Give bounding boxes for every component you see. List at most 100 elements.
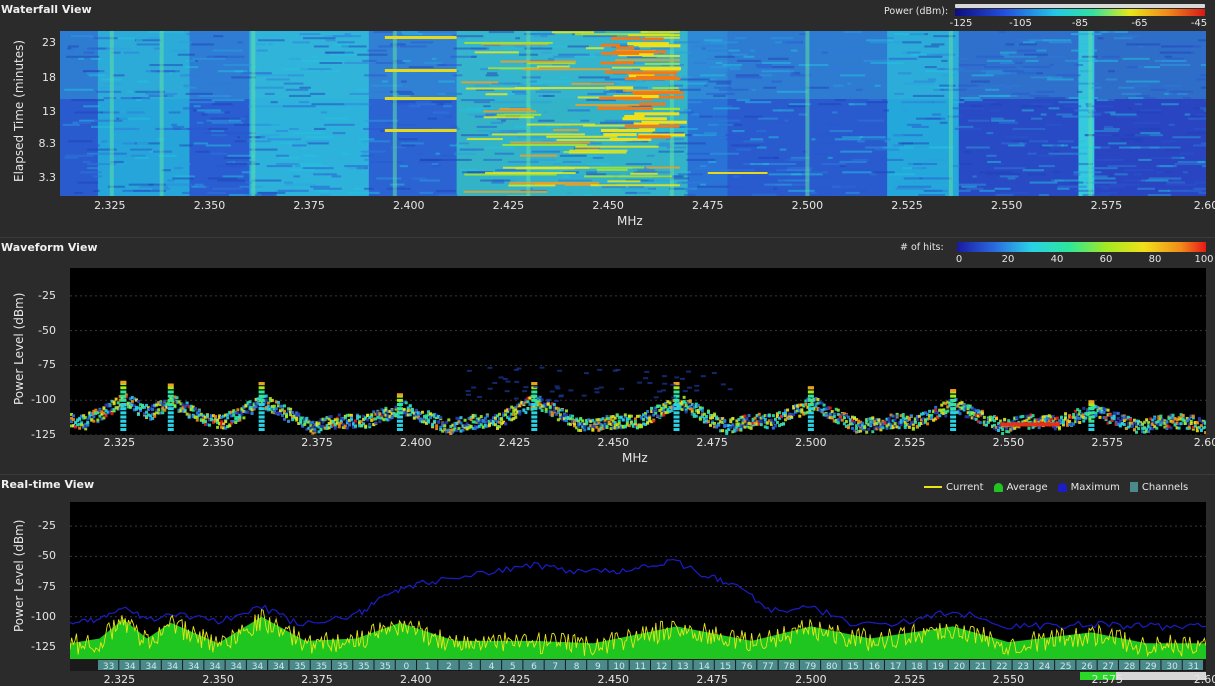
waterfall-hot-streak (600, 62, 634, 65)
waveform-peak-cell (674, 416, 680, 419)
waterfall-cell (1050, 64, 1054, 66)
waterfall-hot-streak (607, 180, 640, 182)
waterfall-cell (816, 33, 833, 35)
waterfall-cell (1074, 171, 1102, 173)
waveform-cell (255, 405, 258, 408)
waterfall-cell (1138, 45, 1145, 47)
waterfall-cell (1028, 173, 1046, 175)
waveform-peak-cell (950, 407, 956, 410)
waveform-faint-cell (505, 381, 510, 383)
waterfall-cell (839, 155, 859, 157)
waterfall-cell (999, 122, 1018, 124)
waterfall-cell (964, 99, 982, 101)
waveform-peak-cell (168, 399, 174, 402)
channel-label: 0 (404, 662, 410, 671)
waveform-cell (750, 426, 753, 429)
legend-average-label: Average (1007, 482, 1048, 493)
waterfall-cell (333, 132, 346, 134)
waterfall-cell (310, 93, 325, 95)
waterfall-cell (1047, 76, 1052, 78)
waterfall-cell (344, 165, 368, 167)
waveform-faint-cell (582, 395, 587, 397)
waterfall-peak-line (251, 31, 255, 196)
waterfall-hot-streak (584, 175, 672, 177)
waveform-cell (624, 413, 627, 416)
waterfall-cell (942, 74, 955, 76)
waterfall-cell (279, 157, 299, 159)
waveform-peak-cell (120, 390, 126, 393)
waterfall-cell (545, 126, 562, 128)
waterfall-cell (319, 62, 342, 64)
waveform-cell (648, 416, 651, 419)
realtime-plot (70, 502, 1206, 659)
waterfall-cell (925, 66, 937, 68)
waveform-faint-cell (662, 383, 667, 385)
waterfall-cell (811, 177, 839, 179)
channel-label: 26 (1081, 662, 1093, 671)
waterfall-cell (818, 103, 841, 105)
waveform-peak-marker (950, 389, 956, 392)
waterfall-cell (827, 124, 839, 126)
waveform-faint-cell (728, 388, 733, 390)
waterfall-cell (211, 130, 224, 132)
waveform-cell (334, 427, 337, 430)
waveform-ylabel: Power Level (dBm) (12, 293, 26, 406)
waveform-peak-cell (950, 403, 956, 406)
waveform-peak-cell (168, 411, 174, 414)
waterfall-cell (778, 109, 782, 111)
waterfall-cell (70, 48, 80, 50)
waterfall-cell (265, 93, 275, 95)
waterfall-cell (483, 159, 502, 161)
y-tick-label: 23 (16, 36, 56, 49)
waterfall-cell (113, 74, 125, 76)
waterfall-cell (894, 33, 924, 35)
colorbar-tick: 60 (1100, 254, 1113, 265)
channel-label: 19 (932, 662, 944, 671)
waveform-cell (336, 418, 339, 421)
waterfall-cell (1099, 31, 1117, 33)
waveform-cell (265, 399, 268, 402)
waterfall-cell (1000, 192, 1028, 194)
waveform-peak-cell (950, 420, 956, 423)
waveform-cell (1192, 415, 1195, 418)
waterfall-cell (924, 45, 939, 47)
waveform-cell (411, 408, 414, 411)
waterfall-cell (1149, 177, 1182, 179)
waterfall-cell (305, 140, 330, 142)
waterfall-cell (987, 60, 1012, 62)
waterfall-cell (308, 142, 329, 144)
waterfall-cell (191, 43, 214, 45)
waterfall-cell (681, 182, 703, 184)
waterfall-cell (563, 153, 569, 155)
waterfall-cell (252, 180, 282, 182)
waveform-peak-cell (397, 411, 403, 414)
x-tick-label: 2.375 (301, 436, 333, 449)
waterfall-cell (543, 95, 555, 97)
waterfall-cell (289, 95, 311, 97)
waveform-peak-cell (808, 395, 814, 398)
waterfall-cell (314, 45, 329, 47)
channel-label: 35 (337, 662, 348, 671)
waterfall-cell (980, 74, 990, 76)
waveform-cell (571, 415, 574, 418)
waterfall-cell (237, 136, 265, 138)
waterfall-cell (337, 41, 354, 43)
waterfall-cell (1121, 93, 1141, 95)
legend-current-swatch (924, 486, 942, 488)
waveform-faint-cell (599, 387, 604, 389)
waterfall-cell (769, 136, 779, 138)
waterfall-cell (493, 180, 504, 182)
waterfall-cell (578, 76, 609, 78)
waterfall-cell (994, 188, 1010, 190)
waveform-peak-cell (120, 420, 126, 423)
waterfall-cell (267, 165, 292, 167)
waterfall-cell (467, 171, 485, 173)
waterfall-hot-streak (591, 184, 680, 186)
waveform-cell (782, 423, 785, 426)
waterfall-cell (885, 37, 894, 39)
waterfall-cell (1166, 58, 1183, 60)
waterfall-cell (958, 58, 968, 60)
channel-label: 9 (595, 662, 601, 671)
waterfall-cell (913, 163, 937, 165)
waterfall-cell (228, 155, 256, 157)
